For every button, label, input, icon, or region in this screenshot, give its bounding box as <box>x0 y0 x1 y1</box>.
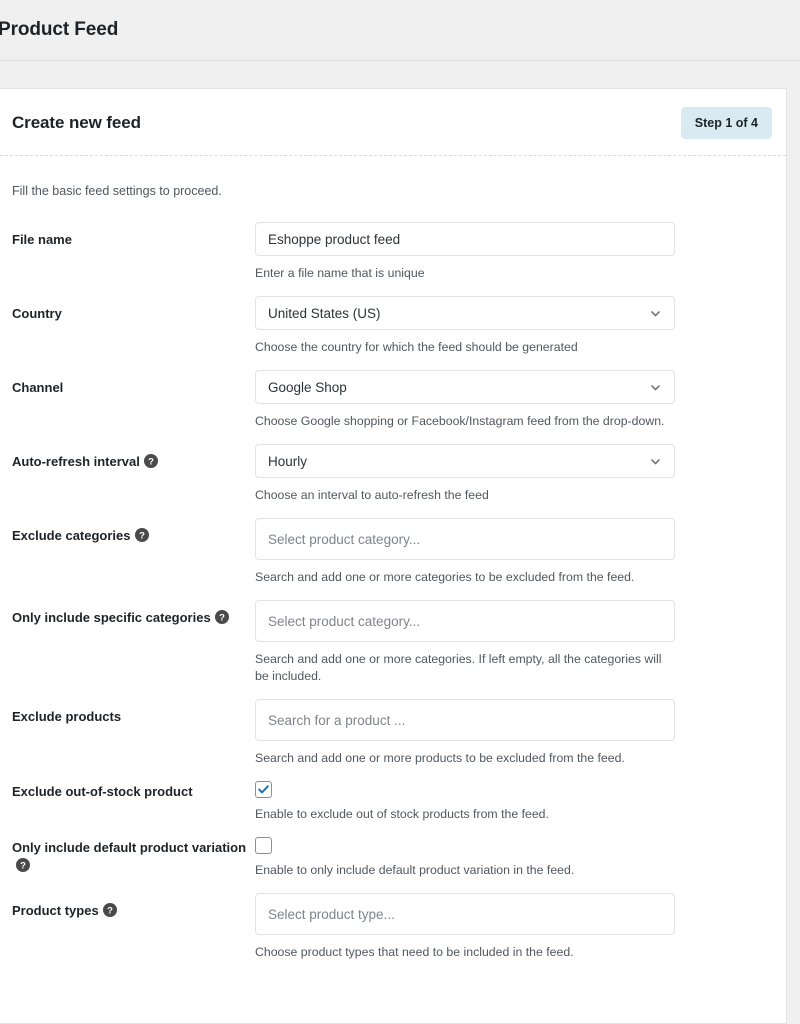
label-country: Country <box>12 296 255 323</box>
multiselect-placeholder: Search for a product ... <box>268 712 406 728</box>
chevron-down-icon <box>649 381 662 394</box>
svg-text:?: ? <box>20 860 26 871</box>
help-icon[interactable]: ? <box>143 454 158 468</box>
form-row-file-name: File name Eshoppe product feed Enter a fil… <box>12 208 774 282</box>
label-text: Only include specific categories <box>12 610 211 625</box>
label-exclude-out-of-stock-product: Exclude out-of-stock product <box>12 781 255 801</box>
multiselect-exclude-categories[interactable]: Select product category... <box>255 518 675 560</box>
hint-exclude-products: Search and add one or more products to b… <box>255 751 625 765</box>
label-channel: Channel <box>12 370 255 397</box>
label-text: Country <box>12 306 62 321</box>
card-header: Create new feed Step 1 of 4 <box>0 89 786 155</box>
form-row-product-types: Product types? Select product type... Choo… <box>12 879 774 961</box>
svg-text:?: ? <box>219 612 225 623</box>
hint-product-types: Choose product types that need to be inc… <box>255 945 574 959</box>
label-text: Exclude out-of-stock product <box>12 784 193 799</box>
multiselect-placeholder: Select product type... <box>268 906 395 922</box>
multiselect-placeholder: Select product category... <box>268 613 421 629</box>
label-file-name: File name <box>12 222 255 249</box>
field-only-include-default-product-variation: Enable to only include default product v… <box>255 837 679 879</box>
select-value: Google Shop <box>268 379 347 395</box>
hint-only-include-specific-categories: Search and add one or more categories. I… <box>255 652 662 683</box>
help-icon[interactable]: ? <box>16 858 30 872</box>
form-row-exclude-categories: Exclude categories? Select product catego… <box>12 504 774 586</box>
field-channel: Google Shop Choose Google shopping or Fac… <box>255 370 679 430</box>
form-row-exclude-products: Exclude products Search for a product ...… <box>12 685 774 767</box>
page-title: Product Feed <box>0 19 119 40</box>
hint-exclude-categories: Search and add one or more categories to… <box>255 570 635 584</box>
form-row-country: Country United States (US) Choose the coun… <box>12 282 774 356</box>
label-text: Auto-refresh interval <box>12 454 140 469</box>
hint-file-name: Enter a file name that is unique <box>255 266 425 280</box>
form-row-only-include-specific-categories: Only include specific categories? Select … <box>12 586 774 685</box>
field-auto-refresh-interval: Hourly Choose an interval to auto-refresh… <box>255 444 679 504</box>
card-title: Create new feed <box>12 113 141 132</box>
label-only-include-default-product-variation: Only include default product variation? <box>12 837 255 875</box>
svg-text:?: ? <box>107 905 113 916</box>
hint-auto-refresh-interval: Choose an interval to auto-refresh the f… <box>255 488 489 502</box>
feed-settings-form: File name Eshoppe product feed Enter a fil… <box>0 198 786 985</box>
field-file-name: Eshoppe product feed Enter a file name th… <box>255 222 679 282</box>
field-only-include-specific-categories: Select product category... Search and add… <box>255 600 679 685</box>
field-exclude-products: Search for a product ... Search and add o… <box>255 699 679 767</box>
label-text: Channel <box>12 380 64 395</box>
status-badge: Step 1 of 4 <box>680 107 772 139</box>
help-icon[interactable]: ? <box>214 610 229 624</box>
field-country: United States (US) Choose the country for… <box>255 296 679 356</box>
select-value: United States (US) <box>268 305 381 321</box>
multiselect-placeholder: Select product category... <box>268 531 421 547</box>
label-text: Exclude categories <box>12 528 131 543</box>
chevron-down-icon <box>649 455 662 468</box>
app-header: Product Feed <box>0 0 800 60</box>
label-text: File name <box>12 232 72 247</box>
multiselect-exclude-products[interactable]: Search for a product ... <box>255 699 675 741</box>
select-auto-refresh-interval[interactable]: Hourly <box>255 444 675 478</box>
input-value: Eshoppe product feed <box>268 231 401 247</box>
label-text: Product types <box>12 903 99 918</box>
help-icon[interactable]: ? <box>134 528 149 542</box>
hint-country: Choose the country for which the feed sh… <box>255 340 578 354</box>
svg-text:?: ? <box>148 456 154 467</box>
header-spacer-band <box>0 61 800 88</box>
form-row-exclude-out-of-stock-product: Exclude out-of-stock product Enable to ex… <box>12 767 774 823</box>
product-feed-page: Product Feed Create new feed Step 1 of 4… <box>0 0 800 1024</box>
label-text: Exclude products <box>12 709 122 724</box>
form-row-channel: Channel Google Shop Choose Google shopping… <box>12 356 774 430</box>
multiselect-product-types[interactable]: Select product type... <box>255 893 675 935</box>
label-product-types: Product types? <box>12 893 255 920</box>
hint-exclude-out-of-stock-product: Enable to exclude out of stock products … <box>255 807 549 821</box>
chevron-down-icon <box>649 307 662 320</box>
input-file-name[interactable]: Eshoppe product feed <box>255 222 675 256</box>
label-only-include-specific-categories: Only include specific categories? <box>12 600 255 627</box>
hint-channel: Choose Google shopping or Facebook/Insta… <box>255 414 665 428</box>
svg-text:?: ? <box>139 530 145 541</box>
field-exclude-categories: Select product category... Search and add… <box>255 518 679 586</box>
help-icon[interactable]: ? <box>102 903 117 917</box>
label-text: Only include default product variation <box>12 840 247 855</box>
select-country[interactable]: United States (US) <box>255 296 675 330</box>
label-exclude-products: Exclude products <box>12 699 255 726</box>
form-row-only-include-default-product-variation: Only include default product variation? E… <box>12 823 774 879</box>
form-intro-text: Fill the basic feed settings to proceed. <box>12 184 222 198</box>
label-exclude-categories: Exclude categories? <box>12 518 255 545</box>
checkbox-exclude-out-of-stock-product[interactable] <box>255 781 272 798</box>
select-value: Hourly <box>268 453 308 469</box>
label-auto-refresh-interval: Auto-refresh interval? <box>12 444 255 471</box>
field-exclude-out-of-stock-product: Enable to exclude out of stock products … <box>255 781 679 823</box>
form-row-auto-refresh-interval: Auto-refresh interval? Hourly Choose an in… <box>12 430 774 504</box>
create-feed-card: Create new feed Step 1 of 4 Fill the bas… <box>0 88 787 1024</box>
checkbox-only-include-default-product-variation[interactable] <box>255 837 272 854</box>
field-product-types: Select product type... Choose product typ… <box>255 893 679 961</box>
multiselect-only-include-specific-categories[interactable]: Select product category... <box>255 600 675 642</box>
hint-only-include-default-product-variation: Enable to only include default product v… <box>255 863 575 877</box>
select-channel[interactable]: Google Shop <box>255 370 675 404</box>
check-icon <box>258 785 269 794</box>
